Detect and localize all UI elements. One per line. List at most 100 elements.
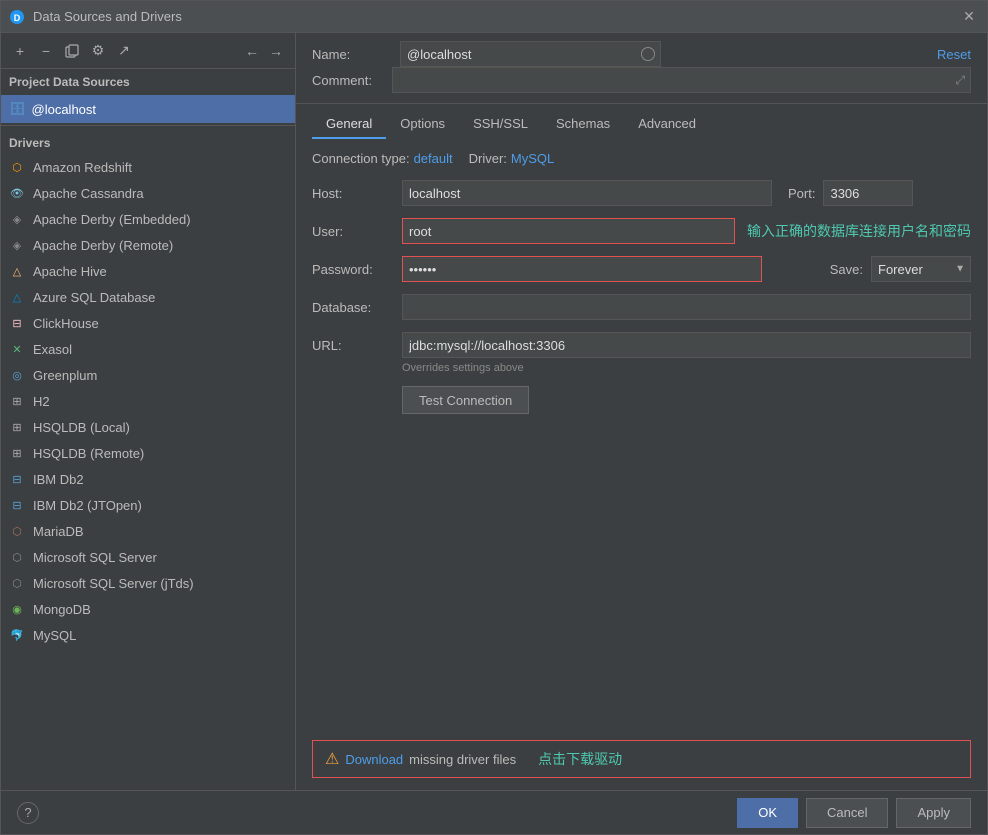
download-text: missing driver files <box>409 752 516 767</box>
driver-item[interactable]: ⊞ HSQLDB (Local) <box>1 414 295 440</box>
ok-button[interactable]: OK <box>737 798 798 828</box>
help-button[interactable]: ? <box>17 802 39 824</box>
tab-general[interactable]: General <box>312 110 386 139</box>
port-input[interactable] <box>823 180 913 206</box>
tab-schemas[interactable]: Schemas <box>542 110 624 139</box>
user-annotation: 输入正确的数据库连接用户名和密码 <box>747 221 971 241</box>
save-wrap: Save: Forever Until restart Never ▼ <box>830 256 971 282</box>
datasources-list: 🗄 @localhost <box>1 95 295 123</box>
user-input[interactable] <box>402 218 735 244</box>
bottom-bar: ? OK Cancel Apply <box>1 790 987 834</box>
driver-link[interactable]: MySQL <box>511 151 554 166</box>
download-link[interactable]: Download <box>345 752 403 767</box>
datasource-icon: 🗄 <box>9 101 26 117</box>
database-label: Database: <box>312 300 402 315</box>
host-input[interactable] <box>402 180 772 206</box>
download-annotation: 点击下载驱动 <box>538 749 622 769</box>
driver-item[interactable]: ⊟ IBM Db2 (JTOpen) <box>1 492 295 518</box>
right-panel: Name: Reset Comment: ⤢ <box>296 33 987 790</box>
close-button[interactable]: ✕ <box>959 7 979 27</box>
driver-item[interactable]: ⬡Amazon Redshift <box>1 154 295 180</box>
password-input[interactable] <box>402 256 762 282</box>
datasource-name: @localhost <box>32 102 97 117</box>
driver-name: MongoDB <box>33 602 91 617</box>
name-input[interactable] <box>400 41 661 67</box>
driver-item[interactable]: 👁Apache Cassandra <box>1 180 295 206</box>
driver-item[interactable]: △Azure SQL Database <box>1 284 295 310</box>
password-row: Password: Save: Forever Until restart Ne… <box>312 256 971 282</box>
url-input[interactable] <box>402 332 971 358</box>
app-icon: D <box>9 9 25 25</box>
driver-icon: ⬡ <box>9 575 25 591</box>
driver-item[interactable]: ⊞HSQLDB (Remote) <box>1 440 295 466</box>
duplicate-button[interactable] <box>61 40 83 62</box>
drivers-list: ⬡Amazon Redshift👁Apache Cassandra◈Apache… <box>1 154 295 790</box>
name-indicator <box>641 47 655 61</box>
apply-button[interactable]: Apply <box>896 798 971 828</box>
driver-item[interactable]: △Apache Hive <box>1 258 295 284</box>
driver-item[interactable]: ⊟ ClickHouse <box>1 310 295 336</box>
driver-icon: ✕ <box>9 341 25 357</box>
driver-item[interactable]: ⬡Microsoft SQL Server (jTds) <box>1 570 295 596</box>
add-button[interactable]: + <box>9 40 31 62</box>
database-input[interactable] <box>402 294 971 320</box>
driver-name: HSQLDB (Local) <box>33 420 130 435</box>
back-button[interactable]: ← <box>241 40 263 62</box>
user-row: User: 输入正确的数据库连接用户名和密码 <box>312 218 971 244</box>
url-row: URL: <box>312 332 971 358</box>
driver-icon: 🐬 <box>9 627 25 643</box>
driver-item[interactable]: ◎Greenplum <box>1 362 295 388</box>
forward-button[interactable]: → <box>265 40 287 62</box>
tab-ssh-ssl[interactable]: SSH/SSL <box>459 110 542 139</box>
move-button[interactable]: ↗ <box>113 40 135 62</box>
left-panel: + − ⚙ ↗ ← → Project Data Sources <box>1 33 296 790</box>
comment-input[interactable] <box>392 67 971 93</box>
connection-type-link[interactable]: default <box>414 151 453 166</box>
name-row: Name: Reset <box>312 41 971 67</box>
comment-label: Comment: <box>312 73 392 88</box>
driver-item[interactable]: ⬡MariaDB <box>1 518 295 544</box>
driver-name: ClickHouse <box>33 316 99 331</box>
driver-icon: ⊞ <box>9 445 25 461</box>
driver-item[interactable]: ◉MongoDB <box>1 596 295 622</box>
driver-icon: △ <box>9 289 25 305</box>
driver-item[interactable]: ⬡ Microsoft SQL Server <box>1 544 295 570</box>
driver-name: IBM Db2 <box>33 472 84 487</box>
cancel-button[interactable]: Cancel <box>806 798 888 828</box>
title-bar: D Data Sources and Drivers ✕ <box>1 1 987 33</box>
drivers-label: Drivers <box>1 128 295 154</box>
remove-button[interactable]: − <box>35 40 57 62</box>
comment-row: Comment: ⤢ <box>312 67 971 93</box>
driver-icon: ⊟ <box>9 315 25 331</box>
driver-item[interactable]: 🐬MySQL <box>1 622 295 648</box>
save-select[interactable]: Forever Until restart Never <box>871 256 971 282</box>
tab-advanced[interactable]: Advanced <box>624 110 710 139</box>
connection-type-label: Connection type: <box>312 151 410 166</box>
reset-link[interactable]: Reset <box>937 47 971 62</box>
driver-icon: ⬡ <box>9 549 25 565</box>
comment-expand-icon: ⤢ <box>955 73 965 88</box>
driver-item[interactable]: ✕Exasol <box>1 336 295 362</box>
tab-options[interactable]: Options <box>386 110 459 139</box>
driver-name: Microsoft SQL Server <box>33 550 157 565</box>
datasource-item-localhost[interactable]: 🗄 @localhost <box>1 95 295 123</box>
host-label: Host: <box>312 186 402 201</box>
driver-item[interactable]: ⊞H2 <box>1 388 295 414</box>
test-connection-button[interactable]: Test Connection <box>402 386 529 414</box>
driver-name: IBM Db2 (JTOpen) <box>33 498 142 513</box>
overrides-text: Overrides settings above <box>402 362 971 374</box>
driver-item[interactable]: ◈Apache Derby (Embedded) <box>1 206 295 232</box>
user-label: User: <box>312 224 402 239</box>
settings-button[interactable]: ⚙ <box>87 40 109 62</box>
driver-item[interactable]: ◈Apache Derby (Remote) <box>1 232 295 258</box>
driver-name: H2 <box>33 394 50 409</box>
password-input-wrap <box>402 256 814 282</box>
driver-item[interactable]: ⊟IBM Db2 <box>1 466 295 492</box>
svg-text:D: D <box>14 13 21 23</box>
driver-icon: ⊟ <box>9 497 25 513</box>
connection-type-row: Connection type: default Driver: MySQL <box>312 151 971 166</box>
toolbar: + − ⚙ ↗ ← → <box>1 33 295 69</box>
driver-icon: ⊞ <box>9 419 25 435</box>
driver-label: Driver: <box>469 151 507 166</box>
right-body: Connection type: default Driver: MySQL H… <box>296 139 987 790</box>
